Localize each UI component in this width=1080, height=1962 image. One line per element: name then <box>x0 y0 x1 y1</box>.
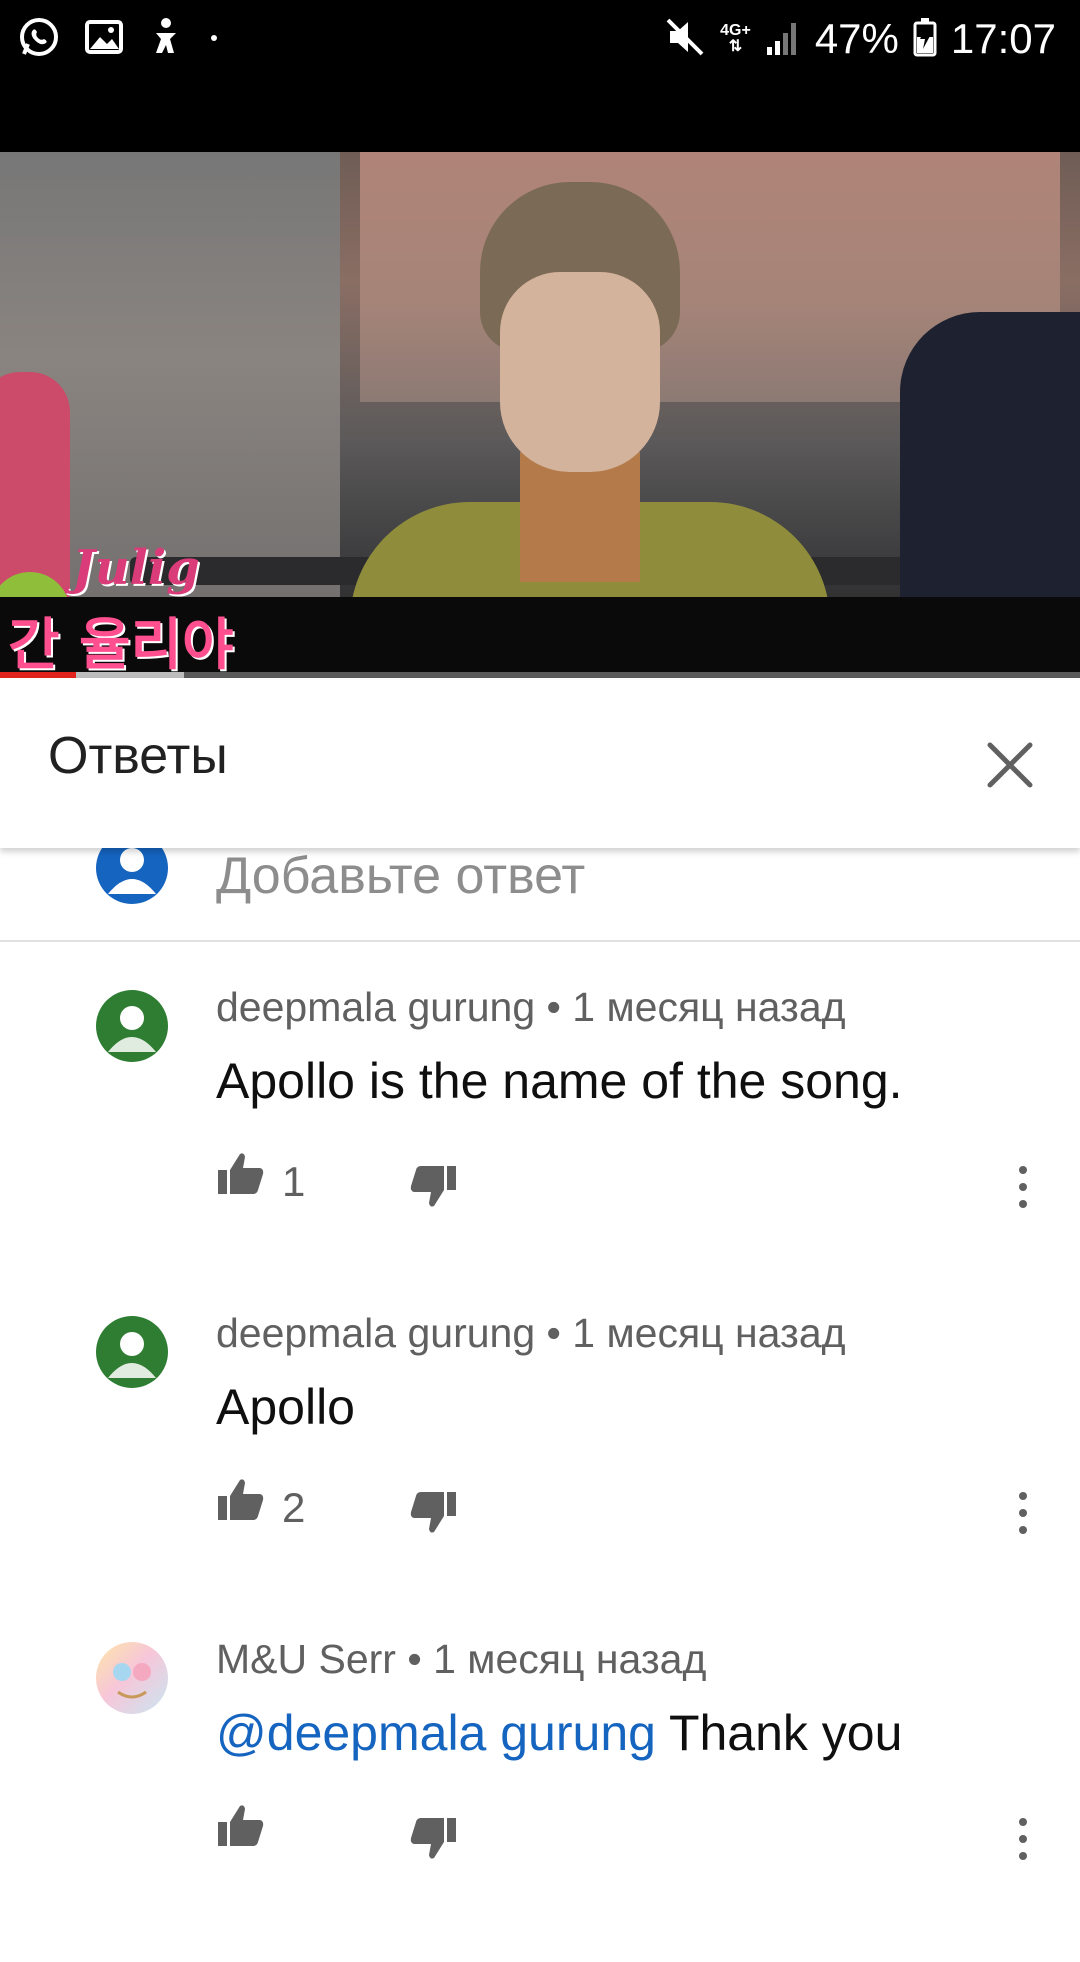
reply-item: deepmala gurung • 1 месяц назад Apollo i… <box>0 984 1080 1310</box>
reply-time: 1 месяц назад <box>572 984 846 1030</box>
dislike-button[interactable] <box>408 1162 458 1212</box>
reply-item: M&U Serr • 1 месяц назад @deepmala gurun… <box>0 1636 1080 1962</box>
more-options-button[interactable] <box>1008 1162 1038 1212</box>
network-type: 4G+ <box>720 22 751 39</box>
more-vert-icon <box>1019 1166 1027 1208</box>
avatar[interactable] <box>96 990 168 1062</box>
more-options-button[interactable] <box>1008 1814 1038 1864</box>
reply-actions: 1 <box>216 1150 1076 1210</box>
more-vert-icon <box>1019 1492 1027 1534</box>
whatsapp-icon <box>18 16 60 63</box>
battery-percent: 47% <box>814 15 899 62</box>
thumb-down-icon <box>410 1166 456 1207</box>
reply-author[interactable]: deepmala gurung <box>216 1310 535 1356</box>
gallery-icon <box>84 17 124 62</box>
reply-meta: M&U Serr • 1 месяц назад <box>216 1636 707 1682</box>
video-frame-person-face <box>500 272 660 472</box>
reply-item: deepmala gurung • 1 месяц назад Apollo 2 <box>0 1310 1080 1636</box>
reply-text: Apollo <box>216 1378 355 1436</box>
dislike-button[interactable] <box>408 1814 458 1864</box>
accessibility-icon <box>148 17 184 62</box>
thumb-up-icon <box>218 1153 264 1194</box>
like-button[interactable] <box>216 1802 266 1852</box>
avatar <box>96 848 168 904</box>
avatar[interactable] <box>96 1642 168 1714</box>
like-button[interactable] <box>216 1150 266 1200</box>
video-caption-latin: Julig <box>72 540 200 596</box>
like-count: 2 <box>282 1484 306 1531</box>
reply-text-body: Apollo is the name of the song. <box>216 1053 903 1109</box>
reply-actions: 2 <box>216 1476 1076 1536</box>
video-letterbox <box>0 78 1080 152</box>
battery-charging-icon <box>913 17 937 62</box>
like-count: 1 <box>282 1158 306 1205</box>
reply-text-body: Thank you <box>655 1705 903 1761</box>
avatar[interactable] <box>96 1316 168 1388</box>
signal-icon <box>765 17 801 62</box>
video-player[interactable]: Julig 간 율리야 <box>0 152 1080 672</box>
like-button[interactable] <box>216 1476 266 1526</box>
close-icon <box>987 742 1033 788</box>
reply-meta: deepmala gurung • 1 месяц назад <box>216 1310 846 1356</box>
page-title: Ответы <box>48 727 228 785</box>
reply-mention[interactable]: @deepmala gurung <box>216 1705 656 1761</box>
divider <box>0 940 1080 942</box>
close-button[interactable] <box>975 730 1045 800</box>
add-reply-row[interactable]: Добавьте ответ <box>0 848 1080 940</box>
reply-text: Apollo is the name of the song. <box>216 1052 903 1110</box>
reply-time: 1 месяц назад <box>433 1636 707 1682</box>
reply-meta: deepmala gurung • 1 месяц назад <box>216 984 846 1030</box>
dot-icon <box>208 31 220 49</box>
reply-time: 1 месяц назад <box>572 1310 846 1356</box>
thumb-up-icon <box>218 1479 264 1520</box>
reply-input[interactable]: Добавьте ответ <box>216 848 585 906</box>
reply-text: @deepmala gurung Thank you <box>216 1704 902 1762</box>
status-bar: 4G+ ⇅ 47% 17:07 <box>0 0 1080 78</box>
reply-author[interactable]: M&U Serr <box>216 1636 396 1682</box>
thumb-up-icon <box>218 1805 264 1846</box>
thumb-down-icon <box>410 1818 456 1859</box>
reply-actions <box>216 1802 1076 1862</box>
more-vert-icon <box>1019 1818 1027 1860</box>
reply-text-body: Apollo <box>216 1379 355 1435</box>
mute-icon <box>664 16 706 63</box>
replies-header: Ответы <box>0 678 1080 848</box>
video-caption-korean: 간 율리야 <box>8 613 234 672</box>
reply-author[interactable]: deepmala gurung <box>216 984 535 1030</box>
dislike-button[interactable] <box>408 1488 458 1538</box>
clock: 17:07 <box>950 15 1056 62</box>
data-arrows-icon: ⇅ <box>728 38 743 55</box>
thumb-down-icon <box>410 1492 456 1533</box>
more-options-button[interactable] <box>1008 1488 1038 1538</box>
